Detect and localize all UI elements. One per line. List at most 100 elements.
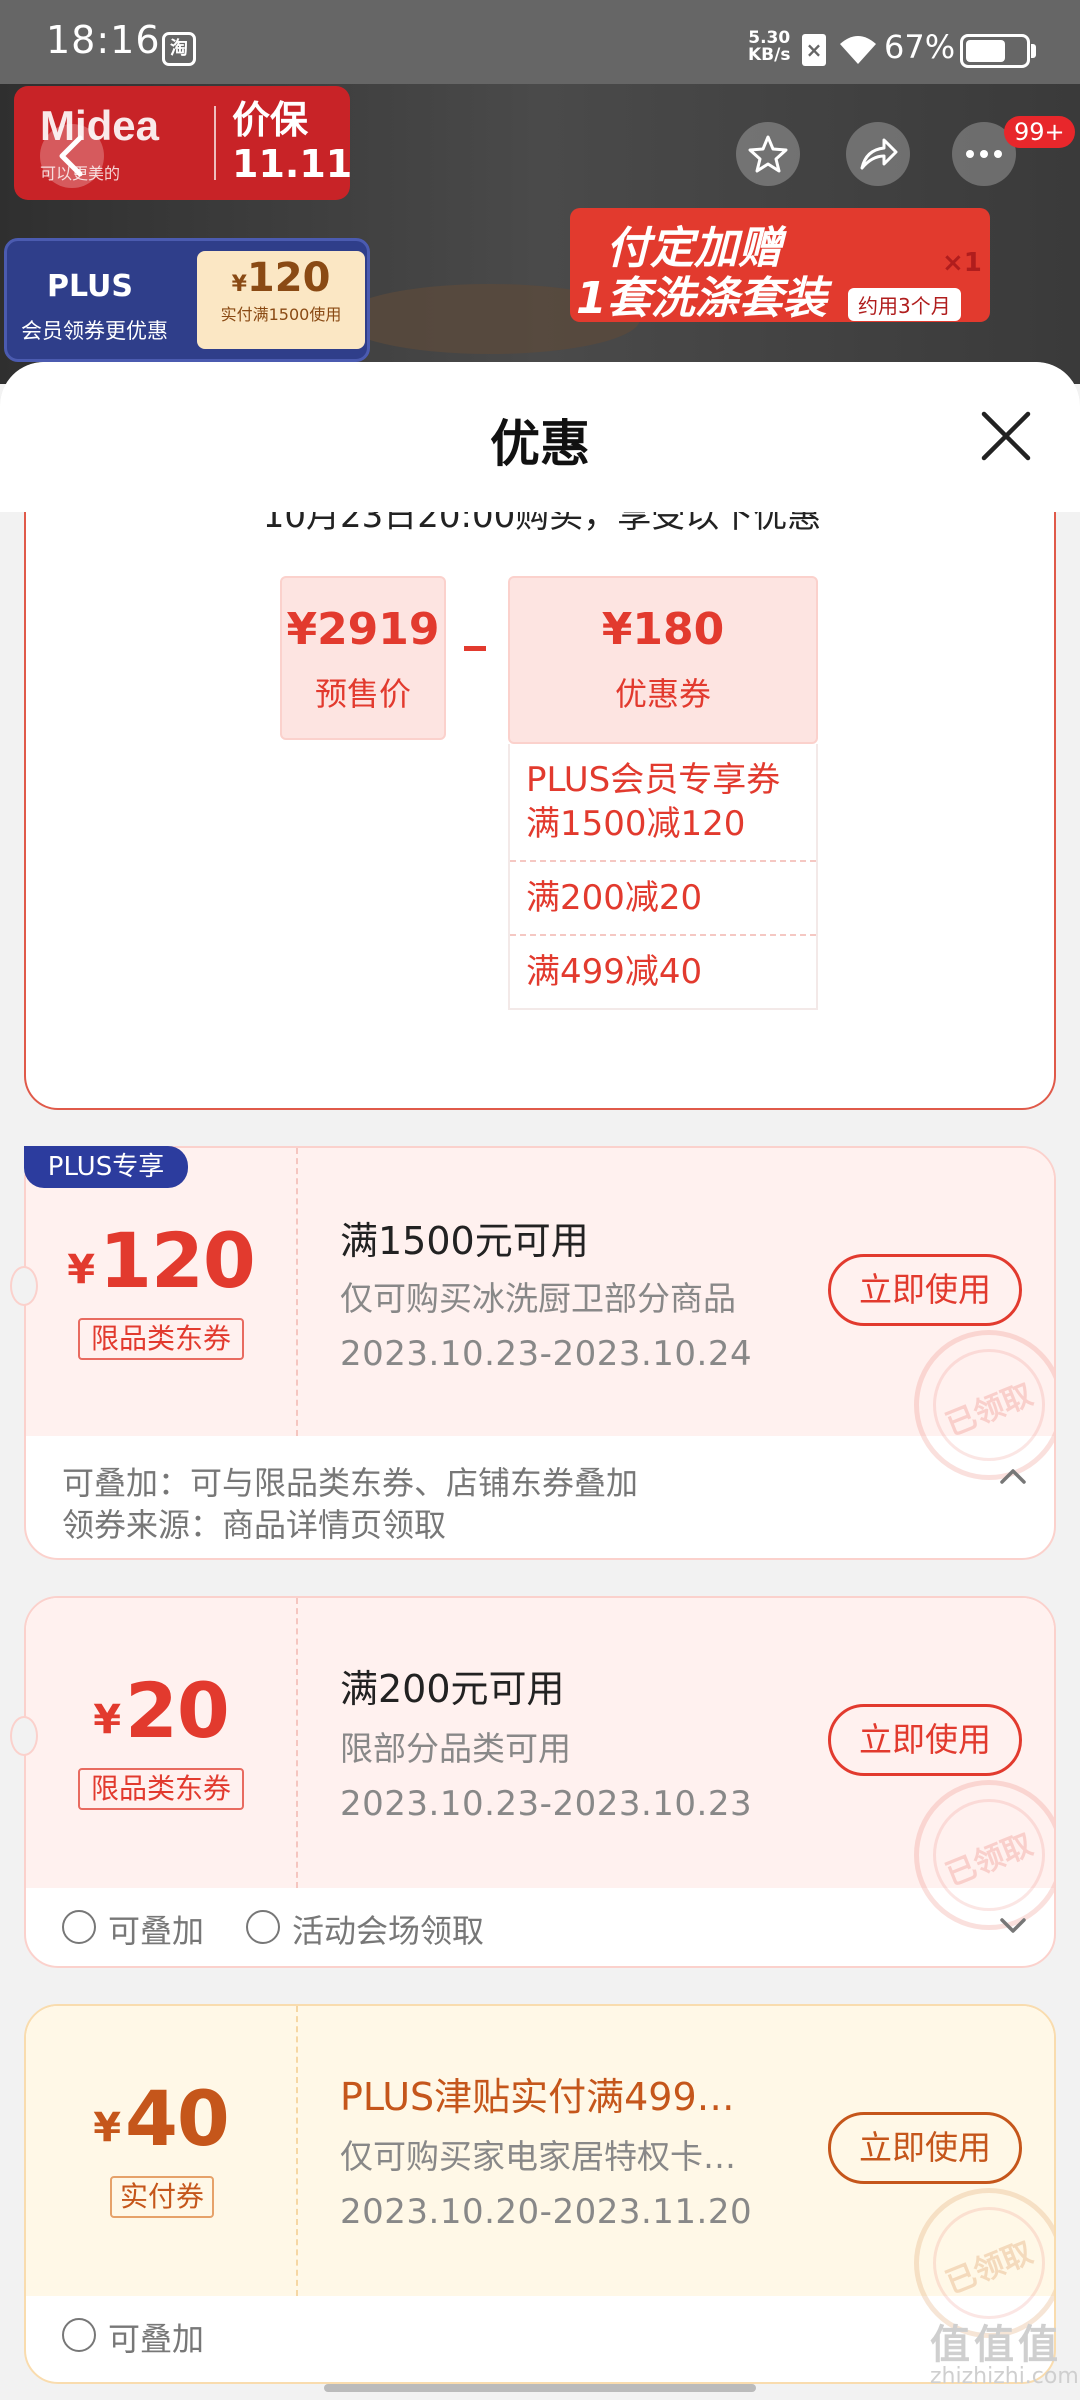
applied-coupon: 满200减20: [510, 862, 816, 936]
more-dots-icon: [966, 150, 1002, 158]
coupon-desc: 限部分品类可用: [340, 1729, 571, 1768]
battery-icon: [960, 34, 1030, 68]
chevron-down-icon[interactable]: [998, 1916, 1028, 1936]
coupon-card: ¥20 限品类东券 满200元可用 限部分品类可用 2023.10.23-202…: [24, 1596, 1056, 1968]
share-icon: [860, 138, 898, 170]
coupon-amount-value: 120: [99, 1216, 256, 1305]
message-badge: 99+: [1004, 116, 1075, 148]
plus-banner-title: PLUS: [47, 269, 134, 304]
coupon-amount: ¥40: [26, 2074, 296, 2163]
coupon-card: ¥120 限品类东券 满1500元可用 仅可购买冰洗厨卫部分商品 2023.10…: [24, 1146, 1056, 1560]
coupon-card-body: ¥120 限品类东券 满1500元可用 仅可购买冰洗厨卫部分商品 2023.10…: [26, 1148, 1054, 1480]
product-hero: Midea 可以更美的 价保 11.11 PLUS 会员领券更优惠 ¥120 实…: [0, 84, 1080, 384]
coupon-currency: ¥: [67, 1247, 96, 1293]
back-button[interactable]: [40, 124, 104, 188]
watermark-logo: 值值值: [930, 2322, 1062, 2368]
coupon-desc: 仅可购买家电家居特权卡…: [340, 2137, 736, 2176]
coupon-amount-value: 40: [125, 2074, 230, 2163]
coupon-total-label: 优惠券: [614, 675, 711, 713]
card-notch: [10, 1266, 38, 1306]
coupon-stack-label: 可叠加: [108, 1912, 205, 1950]
status-bar: 18:16 淘 5.30 KB/s × 67%: [0, 0, 1080, 84]
coupon-category-tag: 实付券: [110, 2176, 214, 2218]
source-icon: [246, 1910, 280, 1944]
brand-tag-line1: 价保: [232, 98, 309, 142]
coupon-date: 2023.10.20-2023.11.20: [340, 2192, 753, 2232]
use-now-button[interactable]: 立即使用: [828, 1704, 1022, 1776]
coupon-card-body: ¥20 限品类东券 满200元可用 限部分品类可用 2023.10.23-202…: [26, 1598, 1054, 1930]
promo-note: 约用3个月: [848, 288, 961, 321]
coupon-card: ¥40 实付券 PLUS津贴实付满499… 仅可购买家电家居特权卡… 2023.…: [24, 2004, 1056, 2384]
favorite-button[interactable]: [736, 122, 800, 186]
coupon-title: 满1500元可用: [340, 1219, 589, 1263]
chevron-up-icon[interactable]: [998, 1466, 1028, 1486]
plus-coupon-condition: 实付满1500使用: [220, 305, 342, 324]
plus-banner-coupon: ¥120 实付满1500使用: [197, 251, 365, 349]
share-button[interactable]: [846, 122, 910, 186]
applied-coupon: 满499减40: [526, 952, 703, 992]
applied-coupon-list: PLUS会员专享券满1500减120 满200减20 满499减40: [508, 744, 818, 1010]
minus-sign: [464, 646, 486, 651]
plus-member-banner[interactable]: PLUS 会员领券更优惠 ¥120 实付满1500使用: [4, 238, 370, 362]
coupon-card-body: ¥40 实付券 PLUS津贴实付满499… 仅可购买家电家居特权卡… 2023.…: [26, 2006, 1054, 2338]
claimed-stamp: 已领取: [914, 1780, 1054, 1930]
claimed-stamp-text: 已领取: [941, 1827, 1038, 1894]
plus-banner-subtitle: 会员领券更优惠: [21, 319, 168, 343]
brand-tag: 价保 11.11: [232, 98, 352, 186]
claimed-stamp-text: 已领取: [941, 1377, 1038, 1444]
battery-percent: 67%: [884, 28, 956, 66]
coupon-total-box: ¥180 优惠券: [508, 576, 818, 744]
plus-exclusive-tag: PLUS专享: [24, 1146, 188, 1188]
sheet-header: 优惠: [0, 362, 1080, 512]
gift-promo-banner[interactable]: 付定加赠 1套洗涤套装 约用3个月 ×1: [570, 208, 990, 324]
coupon-desc: 仅可购买冰洗厨卫部分商品: [340, 1279, 736, 1318]
card-notch: [10, 1716, 38, 1756]
coupon-currency: ¥: [93, 1697, 122, 1743]
summary-header: 10月23日20:00购买，享受以下优惠: [262, 512, 822, 536]
home-indicator[interactable]: [324, 2384, 756, 2392]
watermark-site: zhizhizhi.com: [930, 2364, 1079, 2389]
claimed-stamp: 已领取: [914, 1330, 1054, 1480]
network-speed: 5.30 KB/s: [748, 30, 790, 64]
no-sim-icon: ×: [802, 34, 826, 66]
presale-price: ¥2919: [286, 604, 440, 655]
claimed-stamp-text: 已领取: [941, 2235, 1038, 2302]
stack-icon: [62, 2318, 96, 2352]
applied-coupon: PLUS会员专享券满1500减120: [510, 744, 816, 862]
use-now-button[interactable]: 立即使用: [828, 1254, 1022, 1326]
coupon-divider: [296, 2006, 298, 2296]
stack-icon: [62, 1910, 96, 1944]
use-now-button[interactable]: 立即使用: [828, 2112, 1022, 2184]
coupon-source-info: 领券来源：商品详情页领取: [62, 1506, 447, 1544]
taobao-notification-icon: 淘: [162, 32, 196, 66]
coupon-title: PLUS津贴实付满499…: [340, 2075, 735, 2119]
coupon-title: 满200元可用: [340, 1667, 565, 1711]
brand-tag-line2: 11.11: [232, 142, 353, 186]
coupon-currency: ¥: [93, 2105, 122, 2151]
coupon-total: ¥180: [601, 604, 725, 655]
close-icon[interactable]: [978, 408, 1034, 464]
coupon-divider: [296, 1598, 298, 1888]
battery-tip: [1031, 44, 1036, 58]
presale-label: 预售价: [314, 675, 411, 713]
back-arrow-icon: [59, 135, 83, 177]
network-speed-unit: KB/s: [748, 45, 791, 65]
coupon-amount: ¥20: [26, 1666, 296, 1755]
wifi-icon: [840, 36, 876, 64]
brand-divider: [214, 106, 216, 180]
coupon-amount: ¥120: [26, 1216, 296, 1305]
battery-fill: [966, 40, 1005, 62]
coupon-category-tag: 限品类东券: [78, 1318, 244, 1360]
coupon-date: 2023.10.23-2023.10.23: [340, 1784, 753, 1824]
presale-price-box: ¥2919 预售价: [280, 576, 446, 740]
discount-summary-panel: 10月23日20:00购买，享受以下优惠 ¥2919 预售价 ¥180 优惠券 …: [24, 512, 1056, 1110]
promo-line2: 1套洗涤套装: [576, 273, 827, 324]
status-time: 18:16: [46, 18, 161, 62]
plus-coupon-amount: 120: [246, 255, 331, 301]
plus-coupon-currency: ¥: [231, 272, 247, 297]
coupon-source-label: 活动会场领取: [292, 1912, 485, 1950]
coupon-amount-value: 20: [125, 1666, 230, 1755]
promo-qty: ×1: [942, 248, 982, 278]
coupon-date: 2023.10.23-2023.10.24: [340, 1334, 753, 1374]
star-icon: [748, 135, 788, 173]
